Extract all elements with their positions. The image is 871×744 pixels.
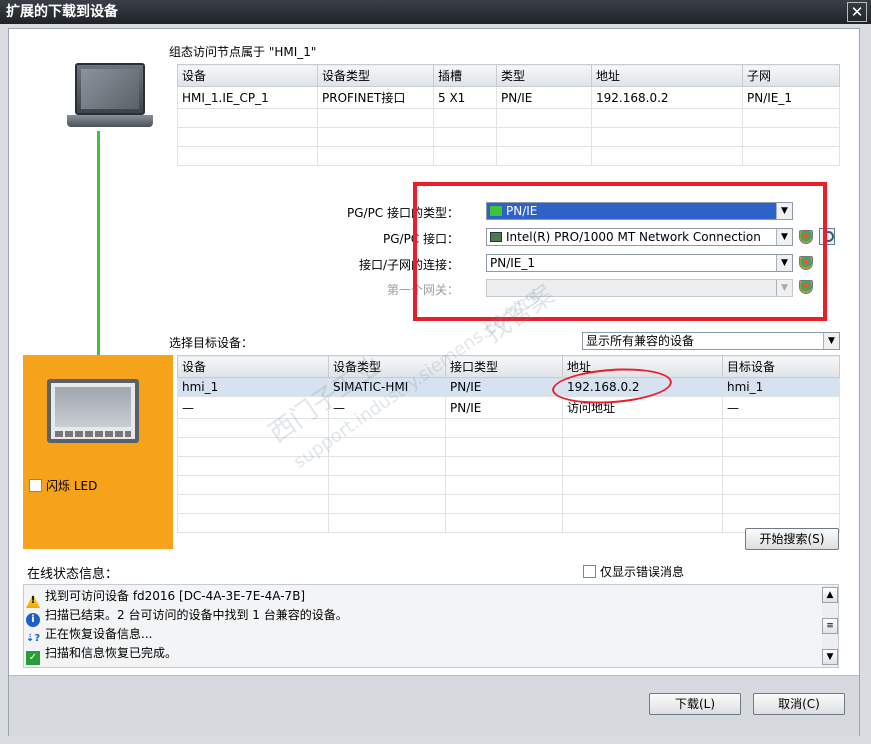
scroll-down-icon[interactable]: ▼ <box>822 649 838 665</box>
window-title: 扩展的下载到设备 <box>6 4 118 20</box>
list-item[interactable]: ✓ 扫描和信息恢复已完成。 <box>24 644 819 665</box>
pg-pc-icon <box>67 63 153 135</box>
table-row <box>177 108 840 128</box>
download-button[interactable]: 下载(L) <box>649 693 741 715</box>
list-item[interactable]: i 扫描已结束。2 台可访问的设备中找到 1 台兼容的设备。 <box>24 606 819 627</box>
col-device[interactable]: 设备 <box>177 355 329 378</box>
table-row <box>177 437 840 457</box>
start-search-button[interactable]: 开始搜索(S) <box>745 528 839 550</box>
table-row[interactable]: hmi_1 SIMATIC-HMI PN/IE 192.168.0.2 hmi_… <box>177 377 840 397</box>
bottom-bar: 下载(L) 取消(C) <box>9 675 859 736</box>
chevron-down-icon: ▼ <box>823 333 839 349</box>
list-item[interactable]: ! 找到可访问设备 fd2016 [DC-4A-3E-7E-4A-7B] <box>24 587 819 608</box>
status-scrollbar[interactable]: ▲ ≡ ▼ <box>822 585 838 667</box>
target-table-header: 设备 设备类型 接口类型 地址 目标设备 <box>177 355 840 378</box>
flash-led-checkbox[interactable] <box>29 479 42 492</box>
config-table-header: 设备 设备类型 插槽 类型 地址 子网 <box>177 64 840 87</box>
connection-line <box>97 131 100 367</box>
title-bar: 扩展的下载到设备 ✕ <box>0 0 871 24</box>
cancel-button[interactable]: 取消(C) <box>753 693 845 715</box>
device-filter-select[interactable]: 显示所有兼容的设备 ▼ <box>582 332 840 350</box>
close-button[interactable]: ✕ <box>847 2 867 22</box>
scroll-thumb[interactable]: ≡ <box>822 618 838 634</box>
col-interface-type[interactable]: 接口类型 <box>445 355 563 378</box>
col-subnet[interactable]: 子网 <box>742 64 840 87</box>
col-type[interactable]: 类型 <box>496 64 592 87</box>
table-row <box>177 146 840 166</box>
online-status-label: 在线状态信息： <box>27 567 119 582</box>
config-section-label: 组态访问节点属于 "HMI_1" <box>169 45 317 59</box>
status-messages-list: ! 找到可访问设备 fd2016 [DC-4A-3E-7E-4A-7B] i 扫描已… <box>23 584 839 668</box>
target-device-panel: 闪烁 LED <box>23 355 173 549</box>
config-table: 设备 设备类型 插槽 类型 地址 子网 HMI_1.IE_CP_1 PROFIN… <box>177 64 840 166</box>
table-row <box>177 127 840 147</box>
hmi-panel-icon <box>47 379 139 443</box>
col-address[interactable]: 地址 <box>591 64 743 87</box>
only-errors-checkbox[interactable] <box>583 565 596 578</box>
table-row <box>177 418 840 438</box>
list-item[interactable]: ⇣? 正在恢复设备信息... <box>24 625 819 644</box>
col-slot[interactable]: 插槽 <box>433 64 497 87</box>
col-device[interactable]: 设备 <box>177 64 318 87</box>
col-device-type[interactable]: 设备类型 <box>317 64 434 87</box>
table-row <box>177 456 840 476</box>
target-devices-label: 选择目标设备： <box>169 336 254 350</box>
table-row[interactable]: — — PN/IE 访问地址 — <box>177 396 840 419</box>
table-row <box>177 494 840 514</box>
scroll-up-icon[interactable]: ▲ <box>822 587 838 603</box>
table-row[interactable]: HMI_1.IE_CP_1 PROFINET接口 5 X1 PN/IE 192.… <box>177 86 840 109</box>
dialog-body: 组态访问节点属于 "HMI_1" 设备 设备类型 插槽 类型 地址 子网 HMI… <box>8 28 860 736</box>
check-icon: ✓ <box>26 651 40 665</box>
target-device-table: 设备 设备类型 接口类型 地址 目标设备 hmi_1 SIMATIC-HMI P… <box>177 355 840 533</box>
col-target-device[interactable]: 目标设备 <box>722 355 840 378</box>
table-row <box>177 513 840 533</box>
only-errors-label: 仅显示错误消息 <box>600 565 685 579</box>
highlight-box <box>413 182 827 321</box>
flash-led-label: 闪烁 LED <box>46 479 98 493</box>
table-row <box>177 475 840 495</box>
col-device-type[interactable]: 设备类型 <box>328 355 446 378</box>
